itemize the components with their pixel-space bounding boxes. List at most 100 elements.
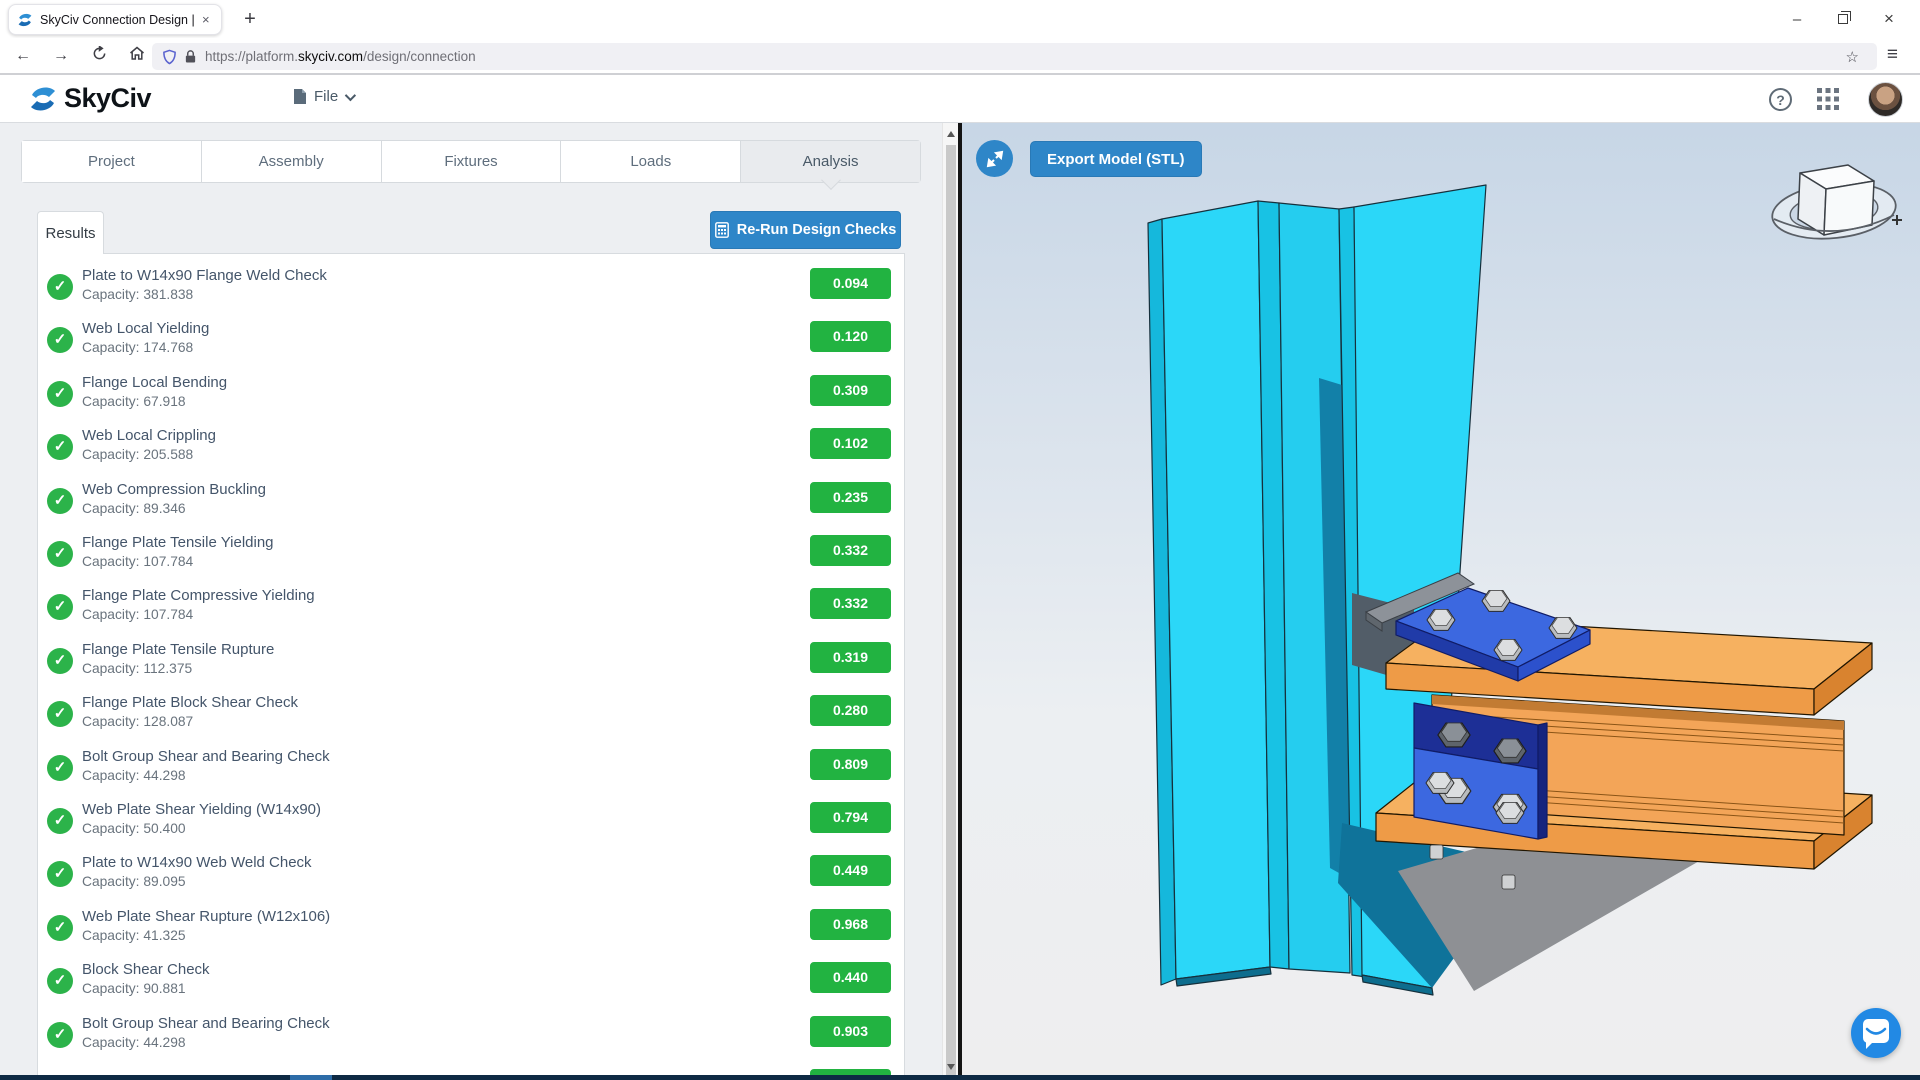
result-name: Web Plate Shear Yielding (W14x90) [82, 801, 322, 818]
result-row[interactable]: ✓ Flange Plate Tensile Rupture Capacity: 1… [37, 638, 905, 691]
result-row[interactable]: ✓ Flange Plate Block Shear Check Capacity:… [37, 691, 905, 744]
result-name: Flange Plate Block Shear Check [82, 694, 298, 712]
scroll-down-arrow[interactable] [947, 1064, 955, 1070]
results-list: ✓ Plate to W14x90 Flange Weld Check Capaci… [0, 264, 905, 1080]
rerun-design-checks-button[interactable]: Re-Run Design Checks [710, 211, 901, 249]
window-restore-button[interactable] [1820, 10, 1866, 28]
utilization-ratio-badge: 0.903 [810, 1015, 891, 1047]
tab-fixtures[interactable]: Fixtures [381, 141, 562, 182]
check-pass-icon: ✓ [47, 594, 73, 621]
browser-menu-icon[interactable]: ≡ [1887, 44, 1898, 66]
utilization-ratio-badge: 0.319 [810, 641, 891, 673]
home-button[interactable] [122, 46, 152, 66]
tab-title: SkyCiv Connection Design | Sky [40, 12, 198, 27]
check-pass-icon: ✓ [47, 274, 73, 300]
calculator-icon [714, 222, 729, 238]
tab-loads[interactable]: Loads [561, 141, 742, 182]
result-row[interactable]: ✓ Plate to W14x90 Web Weld Check Capacity:… [37, 851, 905, 904]
result-row[interactable]: ✓ Web Plate Shear Rupture (W12x106) Capaci… [37, 905, 905, 958]
window-close-button[interactable]: × [1866, 9, 1912, 29]
result-capacity: Capacity: 205.588 [82, 447, 194, 463]
result-row[interactable]: ✓ Block Shear Check Capacity: 90.881 0.440 [37, 958, 905, 1011]
reload-button[interactable] [84, 44, 114, 66]
result-name: Flange Local Bending [82, 373, 228, 391]
bookmark-star-icon[interactable]: ☆ [1846, 48, 1859, 66]
check-pass-icon: ✓ [47, 380, 73, 407]
model-viewport[interactable]: Export Model (STL) [962, 123, 1920, 1080]
scrollbar-thumb[interactable] [946, 145, 956, 1080]
module-tabs: Project Assembly Fixtures Loads Analysis [21, 140, 921, 183]
back-button[interactable]: ← [8, 47, 38, 65]
url-text: https://platform.skyciv.com/design/conne… [205, 49, 476, 64]
utilization-ratio-badge: 0.449 [810, 855, 891, 887]
utilization-ratio-badge: 0.440 [810, 962, 891, 994]
result-name: Plate to W14x90 Web Weld Check [82, 854, 312, 872]
fullscreen-toggle-button[interactable] [976, 140, 1013, 177]
utilization-ratio-badge: 0.968 [810, 908, 891, 940]
utilization-ratio-badge: 0.794 [810, 802, 891, 833]
tab-close-icon[interactable]: × [202, 12, 210, 27]
result-name: Flange Plate Compressive Yielding [82, 587, 315, 605]
result-name: Flange Plate Tensile Yielding [82, 534, 274, 551]
result-row[interactable]: ✓ Bolt Group Shear and Bearing Check Capac… [37, 745, 905, 798]
result-row[interactable]: ✓ Flange Plate Tensile Yielding Capacity: … [37, 531, 905, 584]
utilization-ratio-badge: 0.309 [810, 374, 891, 406]
scroll-up-arrow[interactable] [947, 131, 955, 137]
address-bar[interactable]: https://platform.skyciv.com/design/conne… [152, 43, 1877, 70]
zoom-plus-icon[interactable] [1892, 215, 1902, 225]
browser-window: SkyCiv Connection Design | Sky × + – × ←… [0, 0, 1920, 1080]
check-pass-icon: ✓ [47, 434, 73, 461]
browser-toolbar: ← → https://platform.skyciv.com/design/c… [0, 38, 1920, 75]
result-name: Block Shear Check [82, 961, 210, 979]
result-capacity: Capacity: 174.768 [82, 340, 194, 356]
utilization-ratio-badge: 0.102 [810, 428, 891, 460]
chat-launcher[interactable] [1851, 1008, 1901, 1058]
file-icon [294, 89, 306, 104]
result-capacity: Capacity: 50.400 [82, 821, 186, 836]
chevron-down-icon [344, 89, 357, 101]
web-plate[interactable] [1413, 702, 1548, 840]
result-row[interactable]: ✓ Web Compression Buckling Capacity: 89.34… [37, 478, 905, 531]
tab-results[interactable]: Results [37, 211, 104, 254]
result-row[interactable]: ✓ Flange Local Bending Capacity: 67.918 0.3… [37, 371, 905, 424]
export-model-button[interactable]: Export Model (STL) [1030, 141, 1202, 177]
check-pass-icon: ✓ [47, 647, 73, 674]
result-capacity: Capacity: 41.325 [82, 927, 186, 943]
app-header: SkyCiv File ? [0, 75, 1920, 123]
user-avatar[interactable] [1868, 81, 1903, 117]
result-name: Bolt Group Shear and Bearing Check [82, 1014, 330, 1032]
result-capacity: Capacity: 89.346 [82, 500, 186, 516]
result-row[interactable]: ✓ Flange Plate Compressive Yielding Capaci… [37, 584, 905, 637]
result-row[interactable]: ✓ Bolt Group Shear and Bearing Check Capac… [37, 1012, 905, 1065]
new-tab-button[interactable]: + [237, 6, 263, 32]
result-row[interactable]: ✓ Web Plate Shear Yielding (W14x90) Capaci… [37, 798, 905, 851]
result-row[interactable]: ✓ Web Local Yielding Capacity: 174.768 0.12… [37, 317, 905, 370]
result-capacity: Capacity: 89.095 [82, 874, 186, 890]
browser-tab-bar: SkyCiv Connection Design | Sky × + – × [0, 0, 1920, 38]
result-row[interactable]: ✓ Plate to W14x90 Flange Weld Check Capaci… [37, 264, 905, 317]
tab-assembly[interactable]: Assembly [201, 141, 382, 182]
skyciv-logo[interactable]: SkyCiv [28, 83, 152, 114]
view-cube[interactable] [1797, 164, 1875, 236]
bottom-strip [0, 1075, 1920, 1080]
file-menu[interactable]: File [293, 88, 357, 105]
skyciv-logo-icon [31, 87, 55, 110]
collapse-arrows-icon [986, 150, 1003, 167]
result-capacity: Capacity: 44.298 [82, 767, 186, 783]
window-minimize-button[interactable]: – [1774, 11, 1820, 28]
check-pass-icon: ✓ [47, 541, 73, 567]
utilization-ratio-badge: 0.094 [810, 268, 891, 299]
browser-tab[interactable]: SkyCiv Connection Design | Sky × [8, 4, 222, 35]
panel-scrollbar[interactable] [942, 123, 958, 1080]
utilization-ratio-badge: 0.332 [810, 588, 891, 620]
check-pass-icon: ✓ [47, 808, 73, 834]
result-capacity: Capacity: 107.784 [82, 607, 194, 623]
check-pass-icon: ✓ [47, 487, 73, 514]
forward-button[interactable]: → [46, 47, 76, 65]
apps-grid-icon[interactable] [1816, 87, 1840, 111]
connection-3d-model[interactable] [962, 123, 1920, 1080]
utilization-ratio-badge: 0.280 [810, 695, 891, 727]
tab-project[interactable]: Project [22, 141, 202, 182]
result-row[interactable]: ✓ Web Local Crippling Capacity: 205.588 0.1… [37, 424, 905, 477]
help-button[interactable]: ? [1769, 87, 1792, 111]
